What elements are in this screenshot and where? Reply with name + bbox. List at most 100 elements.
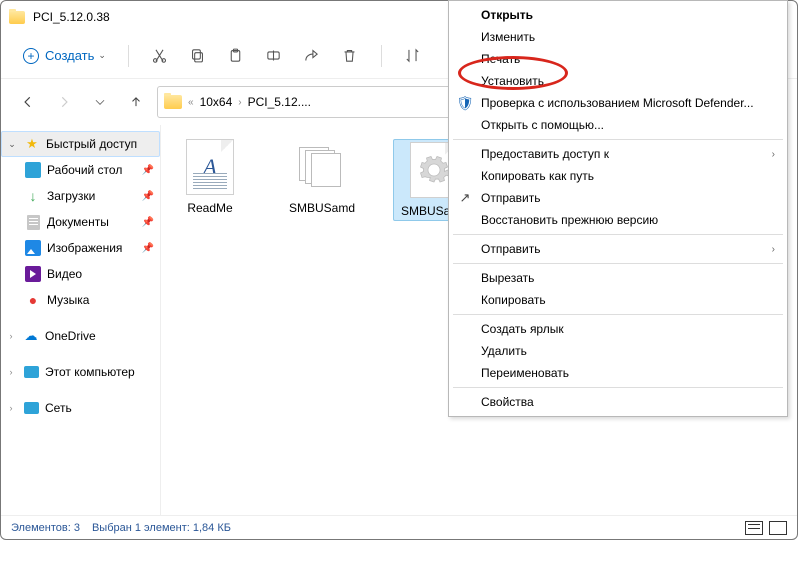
ctx-giveaccess[interactable]: Предоставить доступ к› <box>451 143 785 165</box>
video-icon <box>25 266 41 282</box>
sidebar-quick-access[interactable]: ⌄ ★ Быстрый доступ <box>1 131 160 157</box>
sidebar-desktop[interactable]: Рабочий стол 📌 <box>1 157 160 183</box>
menu-separator <box>453 387 783 388</box>
sort-button[interactable] <box>396 39 430 73</box>
window-title: PCI_5.12.0.38 <box>33 10 110 24</box>
label: OneDrive <box>45 329 96 343</box>
chevron-right-icon: « <box>188 97 194 108</box>
ctx-open[interactable]: Открыть <box>451 4 785 26</box>
chevron-right-icon: › <box>5 367 17 377</box>
plus-icon: + <box>23 48 39 64</box>
folder-icon <box>9 11 25 24</box>
chevron-right-icon: › <box>5 403 17 413</box>
label: Быстрый доступ <box>46 137 137 151</box>
network-icon <box>24 402 39 414</box>
delete-button[interactable] <box>333 39 367 73</box>
breadcrumb-seg[interactable]: 10x64 <box>200 95 233 109</box>
ctx-rename[interactable]: Переименовать <box>451 362 785 384</box>
sidebar-music[interactable]: ● Музыка <box>1 287 160 313</box>
label: Изображения <box>47 241 122 255</box>
ctx-share[interactable]: ↗Отправить <box>451 187 785 209</box>
ctx-edit[interactable]: Изменить <box>451 26 785 48</box>
ctx-print[interactable]: Печать <box>451 48 785 70</box>
ctx-copypath[interactable]: Копировать как путь <box>451 165 785 187</box>
label: Загрузки <box>47 189 95 203</box>
ctx-sendto[interactable]: Отправить› <box>451 238 785 260</box>
icons-view-button[interactable] <box>769 521 787 535</box>
new-button[interactable]: + Создать ⌄ <box>15 43 114 69</box>
context-menu: Открыть Изменить Печать Установить 🛡Пров… <box>448 0 788 417</box>
menu-separator <box>453 234 783 235</box>
label: Сеть <box>45 401 72 415</box>
sidebar-videos[interactable]: Видео <box>1 261 160 287</box>
shield-icon: 🛡 <box>457 95 473 111</box>
menu-separator <box>453 139 783 140</box>
copy-button[interactable] <box>181 39 215 73</box>
file-name: ReadMe <box>187 201 232 215</box>
sidebar-onedrive[interactable]: › ☁ OneDrive <box>1 323 160 349</box>
recent-button[interactable] <box>85 87 115 117</box>
catalog-file-icon <box>298 139 346 195</box>
breadcrumb-seg[interactable]: PCI_5.12.... <box>248 95 311 109</box>
pin-icon: 📌 <box>142 191 154 202</box>
star-icon: ★ <box>24 136 40 152</box>
image-icon <box>25 240 41 256</box>
status-bar: Элементов: 3 Выбран 1 элемент: 1,84 КБ <box>1 515 797 539</box>
ctx-install[interactable]: Установить <box>451 70 785 92</box>
forward-button[interactable] <box>49 87 79 117</box>
folder-icon <box>164 95 182 109</box>
chevron-down-icon: ⌄ <box>98 50 106 61</box>
ctx-copy[interactable]: Копировать <box>451 289 785 311</box>
sidebar-thispc[interactable]: › Этот компьютер <box>1 359 160 385</box>
menu-separator <box>453 314 783 315</box>
share-button[interactable] <box>295 39 329 73</box>
chevron-right-icon: › <box>238 97 241 108</box>
ctx-restoreprev[interactable]: Восстановить прежнюю версию <box>451 209 785 231</box>
sidebar-documents[interactable]: Документы 📌 <box>1 209 160 235</box>
paste-button[interactable] <box>219 39 253 73</box>
ctx-shortcut[interactable]: Создать ярлык <box>451 318 785 340</box>
ctx-openwith[interactable]: Открыть с помощью... <box>451 114 785 136</box>
separator <box>381 45 382 67</box>
details-view-button[interactable] <box>745 521 763 535</box>
file-item[interactable]: A ReadMe <box>169 139 251 215</box>
item-count: Элементов: 3 <box>11 522 80 534</box>
cloud-icon: ☁ <box>23 328 39 344</box>
cut-button[interactable] <box>143 39 177 73</box>
ctx-properties[interactable]: Свойства <box>451 391 785 413</box>
label: Этот компьютер <box>45 365 135 379</box>
desktop-icon <box>25 162 41 178</box>
sidebar-pictures[interactable]: Изображения📌 <box>1 235 160 261</box>
pc-icon <box>24 366 39 378</box>
sidebar-downloads[interactable]: ↓Загрузки📌 <box>1 183 160 209</box>
text-file-icon: A <box>186 139 234 195</box>
chevron-right-icon: › <box>762 149 775 160</box>
separator <box>128 45 129 67</box>
new-label: Создать <box>45 48 94 63</box>
ctx-cut[interactable]: Вырезать <box>451 267 785 289</box>
pin-icon: 📌 <box>142 217 154 228</box>
pin-icon: 📌 <box>142 165 154 176</box>
chevron-right-icon: › <box>5 331 17 341</box>
up-button[interactable] <box>121 87 151 117</box>
document-icon <box>27 215 40 230</box>
back-button[interactable] <box>13 87 43 117</box>
gear-icon <box>416 152 452 188</box>
rename-button[interactable] <box>257 39 291 73</box>
share-icon: ↗ <box>457 190 473 206</box>
chevron-right-icon: › <box>762 244 775 255</box>
label: Рабочий стол <box>47 163 122 177</box>
chevron-down-icon: ⌄ <box>6 139 18 150</box>
label: Документы <box>47 215 109 229</box>
sidebar-network[interactable]: › Сеть <box>1 395 160 421</box>
ctx-defender[interactable]: 🛡Проверка с использованием Microsoft Def… <box>451 92 785 114</box>
label: Видео <box>47 267 82 281</box>
file-name: SMBUSamd <box>289 201 355 215</box>
file-item[interactable]: SMBUSamd <box>281 139 363 215</box>
sidebar: ⌄ ★ Быстрый доступ Рабочий стол📌 ↓Загруз… <box>1 125 161 515</box>
ctx-delete[interactable]: Удалить <box>451 340 785 362</box>
selection-info: Выбран 1 элемент: 1,84 КБ <box>92 522 231 534</box>
music-icon: ● <box>25 292 41 308</box>
label: Музыка <box>47 293 89 307</box>
menu-separator <box>453 263 783 264</box>
